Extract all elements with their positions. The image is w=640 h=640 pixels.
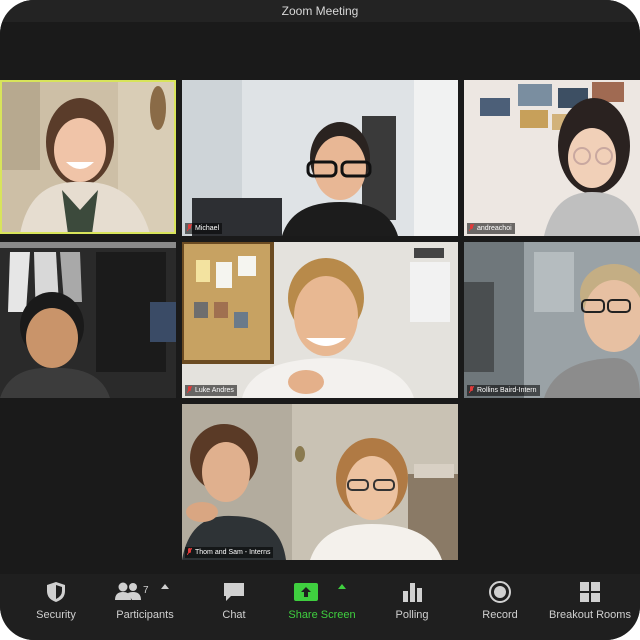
participant-count: 7 xyxy=(143,585,149,596)
video-tile-participant[interactable] xyxy=(0,242,176,398)
participant-name-label: Michael xyxy=(185,223,223,234)
participant-video xyxy=(0,80,176,234)
grid-icon xyxy=(580,582,600,602)
participants-button[interactable]: 7 Participants xyxy=(110,574,180,640)
muted-mic-icon xyxy=(187,224,192,231)
participants-label: Participants xyxy=(116,609,174,621)
security-label: Security xyxy=(36,609,76,621)
chat-bubble-icon xyxy=(224,583,244,601)
muted-mic-icon xyxy=(469,386,474,393)
video-tile-thom-and-sam-interns[interactable]: Thom and Sam - Interns xyxy=(182,404,458,560)
participant-video xyxy=(182,80,458,236)
muted-mic-icon xyxy=(187,386,192,393)
breakout-rooms-label: Breakout Rooms xyxy=(549,609,631,621)
video-tile-luke-andres[interactable]: Luke Andres xyxy=(182,242,458,398)
video-grid: Michael andreachoi Luke Andres Rollins B… xyxy=(0,22,640,574)
video-tile-active-speaker[interactable] xyxy=(0,80,176,234)
participant-video xyxy=(182,242,458,398)
record-button[interactable]: Record xyxy=(474,574,526,640)
zoom-window: Zoom Meeting Michael andreachoi Luke And… xyxy=(0,0,640,640)
security-button[interactable]: Security xyxy=(24,574,88,640)
share-screen-button[interactable]: Share Screen xyxy=(286,574,358,640)
chat-button[interactable]: Chat xyxy=(208,574,260,640)
participants-options-chevron-icon[interactable] xyxy=(161,584,169,589)
video-tile-rollins-baird-intern[interactable]: Rollins Baird-Intern xyxy=(464,242,640,398)
chat-label: Chat xyxy=(222,609,246,621)
share-screen-label: Share Screen xyxy=(288,609,356,621)
bar-chart-icon xyxy=(403,583,422,602)
participant-name-label: Thom and Sam - Interns xyxy=(185,547,274,558)
participant-name-label: Luke Andres xyxy=(185,385,237,396)
share-options-chevron-icon[interactable] xyxy=(338,584,346,589)
polling-button[interactable]: Polling xyxy=(386,574,438,640)
participant-video xyxy=(464,80,640,236)
people-icon xyxy=(115,582,141,600)
polling-label: Polling xyxy=(395,609,429,621)
window-title: Zoom Meeting xyxy=(0,0,640,22)
video-tile-michael[interactable]: Michael xyxy=(182,80,458,236)
participant-video xyxy=(464,242,640,398)
breakout-rooms-button[interactable]: Breakout Rooms xyxy=(548,574,632,640)
participant-video xyxy=(182,404,458,560)
share-screen-icon xyxy=(294,583,318,601)
muted-mic-icon xyxy=(187,548,192,555)
meeting-toolbar: Security 7 Participants Chat Share Scree… xyxy=(0,574,640,640)
video-tile-andreachoi[interactable]: andreachoi xyxy=(464,80,640,236)
participant-name-label: Rollins Baird-Intern xyxy=(467,385,540,396)
shield-icon xyxy=(47,582,65,602)
participant-video xyxy=(0,242,176,398)
record-icon xyxy=(489,581,511,603)
muted-mic-icon xyxy=(469,224,474,231)
record-label: Record xyxy=(482,609,518,621)
participant-name-label: andreachoi xyxy=(467,223,515,234)
